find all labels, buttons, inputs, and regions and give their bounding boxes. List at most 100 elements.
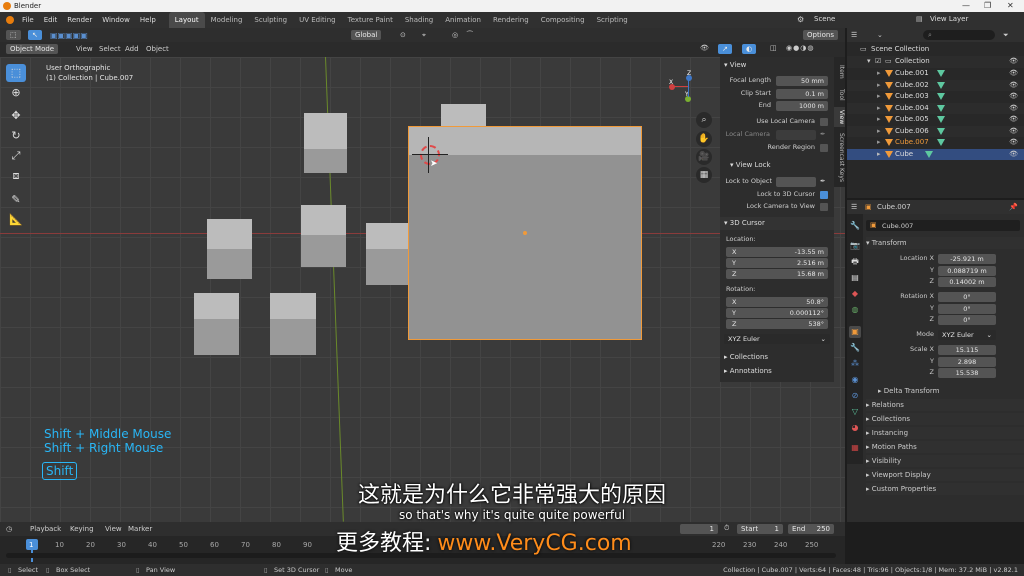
- menu-add[interactable]: Add: [125, 45, 139, 53]
- camera-icon[interactable]: 🎥: [696, 149, 712, 165]
- expand-arrow-icon[interactable]: ▸: [877, 103, 881, 115]
- tab-texture-paint[interactable]: Texture Paint: [342, 12, 399, 28]
- measure-tool-icon[interactable]: 📐: [6, 211, 26, 229]
- annotate-tool-icon[interactable]: ✎: [6, 191, 26, 209]
- mode-dropdown[interactable]: Object Mode: [6, 44, 59, 54]
- eye-icon[interactable]: 👁: [1009, 68, 1018, 80]
- instancing-header[interactable]: ▸ Instancing: [866, 427, 1024, 439]
- pivot-icon[interactable]: ⊙: [400, 31, 406, 39]
- gizmo-toggle-icon[interactable]: ↗: [718, 44, 732, 54]
- options-button[interactable]: Options: [803, 30, 839, 40]
- location-y-field[interactable]: 0.088719 m: [938, 266, 996, 276]
- location-z-field[interactable]: 0.14002 m: [938, 277, 996, 287]
- grid-icon[interactable]: ▦: [696, 167, 712, 183]
- collections-header[interactable]: ▸ Collections: [866, 413, 1024, 425]
- object-name-field[interactable]: ▣ Cube.007: [866, 220, 1020, 231]
- data-tab-icon[interactable]: ▽: [849, 406, 861, 418]
- lock-to-cursor-checkbox[interactable]: [820, 191, 828, 199]
- lock-to-object-field[interactable]: [776, 177, 816, 187]
- annotations-header[interactable]: ▸ Annotations: [720, 365, 834, 378]
- tab-screencast-keys[interactable]: Screencast Keys: [834, 129, 845, 185]
- cube-object[interactable]: [301, 205, 346, 267]
- cube-object[interactable]: [270, 293, 316, 355]
- cursor-loc-z-field[interactable]: Z 15.68 m: [726, 269, 828, 279]
- custom-properties-header[interactable]: ▸ Custom Properties: [866, 483, 1024, 495]
- viewport-display-header[interactable]: ▸ Viewport Display: [866, 469, 1024, 481]
- outliner-item-active[interactable]: ▸ Cube.007 👁: [847, 137, 1024, 149]
- blender-menu-icon[interactable]: [6, 16, 14, 24]
- material-tab-icon[interactable]: ◕: [849, 422, 861, 434]
- tab-modeling[interactable]: Modeling: [205, 12, 249, 28]
- selected-cube[interactable]: [408, 126, 642, 340]
- filter-icon[interactable]: ⏷: [1003, 31, 1009, 40]
- orientation-dropdown[interactable]: Global: [351, 30, 382, 40]
- cube-object[interactable]: [207, 219, 252, 279]
- tab-sculpting[interactable]: Sculpting: [248, 12, 293, 28]
- constraints-tab-icon[interactable]: ⊘: [849, 390, 861, 402]
- outliner-item[interactable]: ▸ Cube.005 👁: [847, 114, 1024, 126]
- cube-object[interactable]: [366, 223, 410, 285]
- select-box-tool-icon[interactable]: ⬚: [6, 64, 26, 82]
- scene-name[interactable]: Scene: [814, 15, 835, 23]
- physics-tab-icon[interactable]: ◉: [849, 374, 861, 386]
- tab-uv-editing[interactable]: UV Editing: [293, 12, 342, 28]
- tool-icon[interactable]: ⬚: [6, 30, 21, 40]
- object-tab-icon[interactable]: ▣: [849, 326, 861, 338]
- tab-layout[interactable]: Layout: [168, 12, 205, 28]
- rotate-tool-icon[interactable]: ↻: [6, 127, 26, 145]
- eye-icon[interactable]: 👁: [1009, 91, 1018, 103]
- menu-view[interactable]: View: [105, 525, 122, 533]
- overlay-toggle-icon[interactable]: ◐: [742, 44, 757, 54]
- eye-icon[interactable]: 👁: [1009, 80, 1018, 92]
- properties-editor-icon[interactable]: ☰: [851, 203, 857, 211]
- menu-file[interactable]: File: [17, 12, 39, 28]
- motion-paths-header[interactable]: ▸ Motion Paths: [866, 441, 1024, 453]
- menu-edit[interactable]: Edit: [39, 12, 63, 28]
- rotation-y-field[interactable]: 0°: [938, 304, 996, 314]
- cursor-loc-y-field[interactable]: Y 2.516 m: [726, 258, 828, 268]
- outliner-item[interactable]: ▸ Cube.001 👁: [847, 68, 1024, 80]
- view-section-header[interactable]: ▾ View: [720, 59, 834, 72]
- tab-animation[interactable]: Animation: [439, 12, 487, 28]
- cube-object[interactable]: [194, 293, 239, 355]
- proportional-icon[interactable]: ◎: [452, 31, 458, 39]
- tab-view[interactable]: View: [834, 107, 845, 127]
- outliner-item[interactable]: ▸ Cube.002 👁: [847, 79, 1024, 92]
- view-lock-header[interactable]: ▾ View Lock: [720, 159, 834, 172]
- outliner-item[interactable]: ▸ Cube.006 👁: [847, 125, 1024, 138]
- view-layer-name[interactable]: View Layer: [930, 15, 968, 23]
- collections-header[interactable]: ▸ Collections: [720, 351, 834, 364]
- expand-arrow-icon[interactable]: ▸: [877, 80, 881, 92]
- render-region-checkbox[interactable]: [820, 144, 828, 152]
- cursor-loc-x-field[interactable]: X -13.55 m: [726, 247, 828, 257]
- scale-y-field[interactable]: 2.898: [938, 357, 996, 367]
- eye-icon[interactable]: 👁: [1009, 56, 1018, 68]
- tab-scripting[interactable]: Scripting: [591, 12, 634, 28]
- modifier-tab-icon[interactable]: 🔧: [849, 342, 861, 354]
- tool-tab-icon[interactable]: 🔧: [849, 220, 861, 232]
- eyedropper-icon[interactable]: ✒: [820, 130, 825, 138]
- mode-dropdown[interactable]: XYZ Euler ⌄: [938, 330, 996, 340]
- clock-icon[interactable]: ⏱: [724, 524, 729, 533]
- eye-icon[interactable]: 👁: [1009, 103, 1018, 115]
- local-camera-field[interactable]: [776, 130, 816, 140]
- relations-header[interactable]: ▸ Relations: [866, 399, 1024, 411]
- tab-item[interactable]: Item: [834, 61, 845, 83]
- use-local-camera-checkbox[interactable]: [820, 118, 828, 126]
- tab-rendering[interactable]: Rendering: [487, 12, 535, 28]
- menu-keying[interactable]: Keying: [70, 525, 94, 533]
- world-tab-icon[interactable]: ◍: [849, 304, 861, 316]
- snap-icon[interactable]: ⌖: [422, 31, 426, 40]
- falloff-icon[interactable]: ⁀: [467, 31, 473, 39]
- scene-collection-row[interactable]: ▭ Scene Collection: [847, 44, 1024, 56]
- outliner-item-selected[interactable]: ▸ Cube 👁: [847, 148, 1024, 160]
- pin-icon[interactable]: 📌: [1009, 203, 1018, 211]
- cursor-tool-icon[interactable]: ⊕: [6, 84, 26, 102]
- rotation-mode-dropdown[interactable]: XYZ Euler ⌄: [724, 334, 830, 344]
- start-frame-field[interactable]: Start 1: [737, 524, 783, 534]
- cube-object[interactable]: [304, 113, 347, 173]
- select-tool-icon[interactable]: ↖: [28, 30, 42, 40]
- rotation-z-field[interactable]: 0°: [938, 315, 996, 325]
- 3d-cursor-header[interactable]: ▾ 3D Cursor: [720, 217, 834, 230]
- expand-arrow-icon[interactable]: ▸: [877, 126, 881, 138]
